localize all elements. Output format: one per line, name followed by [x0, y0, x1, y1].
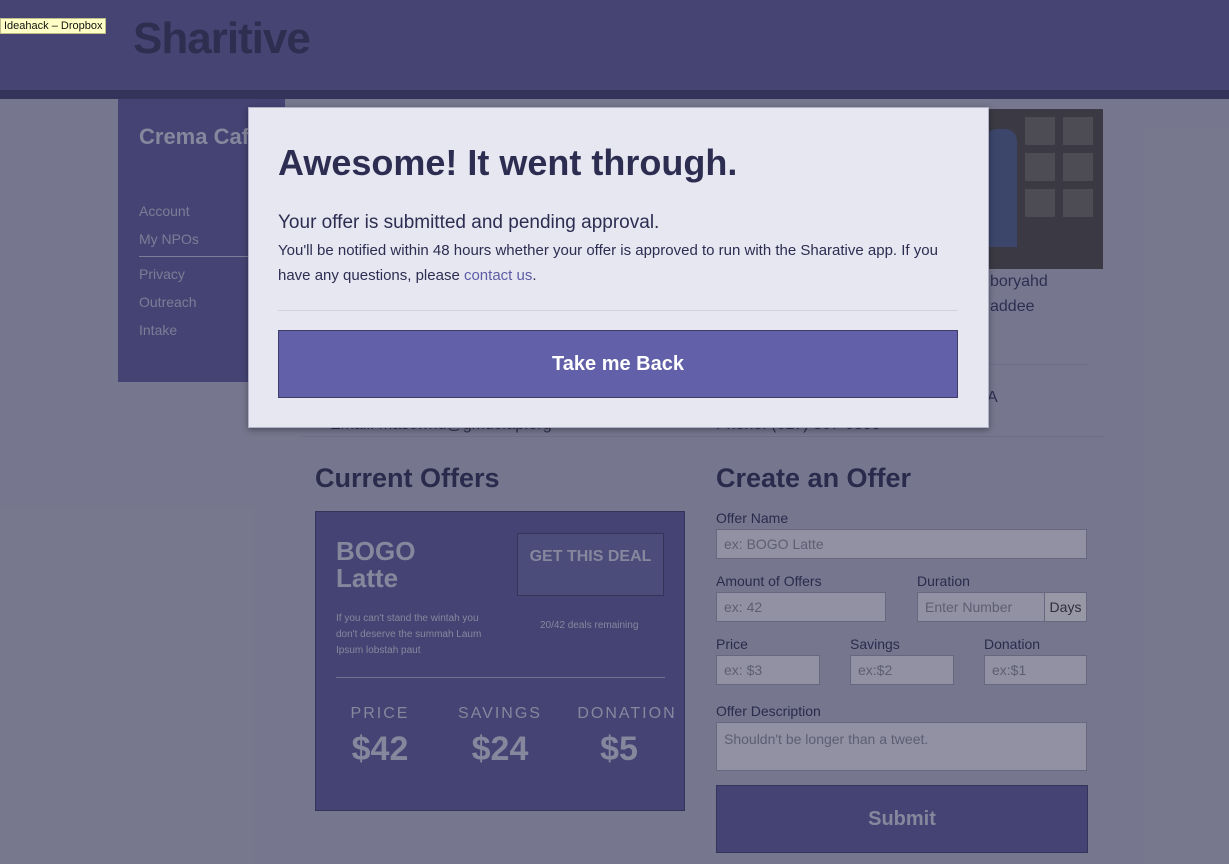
modal-body: You'll be notified within 48 hours wheth…	[278, 238, 968, 288]
modal-subtitle: Your offer is submitted and pending appr…	[278, 212, 660, 233]
modal-divider	[278, 310, 958, 311]
modal-body-end: .	[532, 267, 537, 284]
modal-body-text: You'll be notified within 48 hours wheth…	[278, 242, 938, 284]
window-tooltip: Ideahack – Dropbox	[0, 18, 107, 34]
modal-title: Awesome! It went through.	[278, 142, 738, 183]
confirmation-modal: Awesome! It went through. Your offer is …	[248, 107, 989, 428]
contact-us-link[interactable]: contact us	[464, 267, 532, 284]
take-me-back-button[interactable]: Take me Back	[278, 330, 958, 398]
